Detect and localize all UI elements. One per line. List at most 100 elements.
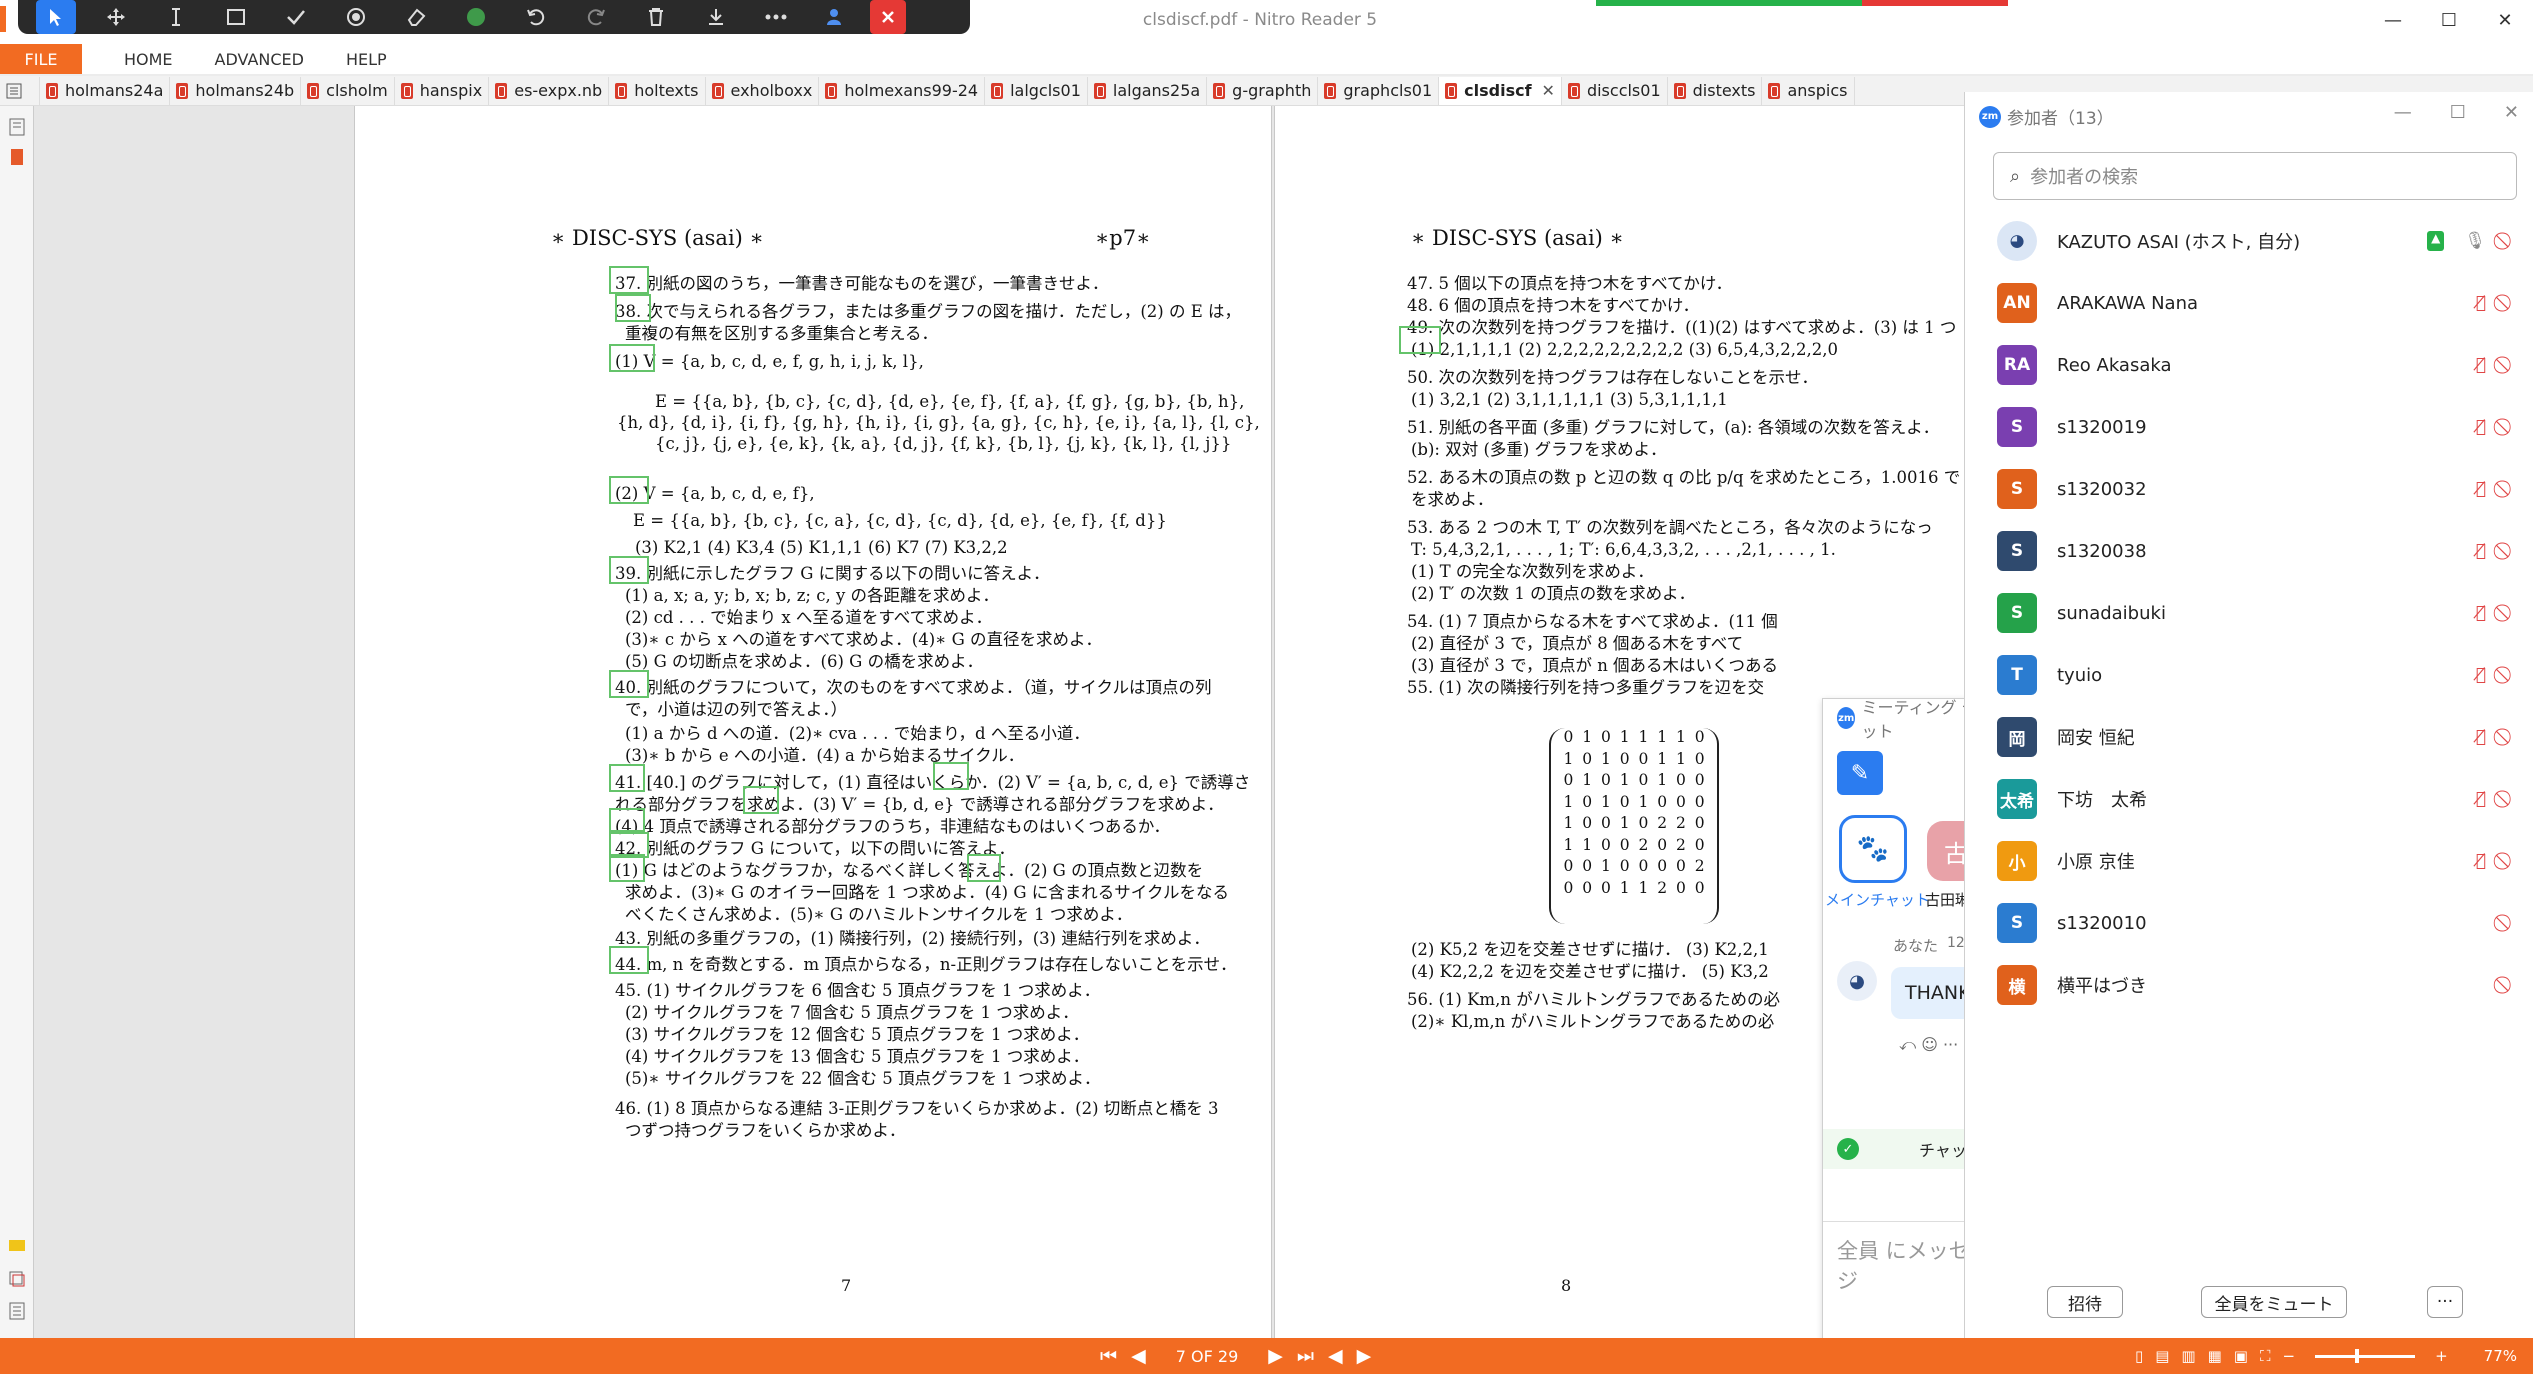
participant-row[interactable]: Ssunadaibuki 🎙̸⃠ — [1965, 582, 2533, 644]
tab-2[interactable]: clsholm — [301, 76, 395, 105]
minimize-button[interactable]: — — [2365, 0, 2421, 40]
tab-4[interactable]: es-expx.nb — [489, 76, 610, 105]
list-icon[interactable] — [6, 1300, 28, 1322]
participant-row[interactable]: RA Reo Akasaka 🎙̸⃠ — [1965, 334, 2533, 396]
participant-row[interactable]: Ss1320032 🎙̸⃠ — [1965, 458, 2533, 520]
mic-on-icon[interactable]: 🎙 — [2464, 231, 2486, 251]
participant-row[interactable]: Ss1320019 🎙̸⃠ — [1965, 396, 2533, 458]
close-icon[interactable] — [870, 0, 906, 34]
mute-all-button[interactable]: 全員をミュート — [2201, 1286, 2347, 1318]
tab-6[interactable]: exholboxx — [706, 76, 820, 105]
fit-page-icon[interactable]: ▣ — [2234, 1347, 2248, 1365]
maximize-button[interactable]: ☐ — [2421, 0, 2477, 40]
mic-muted-icon[interactable]: 🎙̸ — [2476, 355, 2486, 375]
mic-muted-icon[interactable]: 🎙̸ — [2476, 727, 2486, 747]
forward-icon[interactable]: ▶ — [1357, 1345, 1372, 1367]
participant-row[interactable]: 太希下坊 太希 🎙̸⃠ — [1965, 768, 2533, 830]
tab-14[interactable]: distexts — [1668, 76, 1763, 105]
zoom-in-icon[interactable]: + — [2435, 1347, 2448, 1365]
tab-12[interactable]: clsdiscf ✕ — [1439, 76, 1562, 105]
participant-row[interactable]: 横横平はづき⃠ — [1965, 954, 2533, 1016]
popout-icon[interactable]: ☐ — [2450, 102, 2466, 123]
menu-advanced[interactable]: ADVANCED — [215, 50, 304, 69]
tab-3[interactable]: hanspix — [395, 76, 490, 105]
facing-continuous-icon[interactable]: ▦ — [2208, 1347, 2222, 1365]
document-view[interactable]: ∗ DISC-SYS (asai) ∗ ∗p7∗ 37. 別紙の図のうち，一筆書… — [34, 106, 1964, 1338]
back-icon[interactable]: ◀ — [1328, 1345, 1343, 1367]
redo-icon[interactable] — [566, 0, 626, 34]
people-icon[interactable] — [806, 0, 866, 34]
comment-icon[interactable] — [6, 1236, 28, 1258]
participant-row[interactable]: Ss1320038 🎙̸⃠ — [1965, 520, 2533, 582]
continuous-icon[interactable]: ▤ — [2155, 1347, 2169, 1365]
color-dot-icon[interactable] — [446, 0, 506, 34]
download-icon[interactable] — [686, 0, 746, 34]
participant-row[interactable]: 小小原 京佳 🎙̸⃠ — [1965, 830, 2533, 892]
invite-button[interactable]: 招待 — [2047, 1286, 2123, 1318]
mic-muted-icon[interactable]: 🎙̸ — [2476, 603, 2486, 623]
main-chat-icon[interactable]: 🐾 — [1839, 815, 1907, 883]
participant-row[interactable]: ◕KAZUTO ASAI (ホスト, 自分)▲🎙⃠ — [1965, 210, 2533, 272]
tab-15[interactable]: anspics — [1762, 76, 1855, 105]
pointer-icon[interactable] — [36, 0, 76, 34]
mic-muted-icon[interactable]: 🎙̸ — [2476, 479, 2486, 499]
zoom-out-icon[interactable]: − — [2283, 1347, 2296, 1365]
bookmark-icon[interactable] — [6, 116, 28, 138]
first-page-icon[interactable]: ⏮ — [1100, 1345, 1117, 1367]
pages-panel-icon[interactable] — [0, 76, 40, 105]
rectangle-icon[interactable] — [206, 0, 266, 34]
attachment-icon[interactable] — [6, 146, 28, 168]
more-icon[interactable] — [746, 0, 806, 34]
page-indicator[interactable]: 7 OF 29 — [1176, 1347, 1239, 1366]
single-page-icon[interactable]: ▯ — [2135, 1347, 2143, 1365]
mic-muted-icon[interactable]: 🎙̸ — [2476, 665, 2486, 685]
tab-11[interactable]: graphcls01 — [1318, 76, 1440, 105]
prev-page-icon[interactable]: ◀ — [1131, 1345, 1146, 1367]
mic-muted-icon[interactable]: 🎙̸ — [2476, 293, 2486, 313]
participant-row[interactable]: 岡岡安 恒紀 🎙̸⃠ — [1965, 706, 2533, 768]
reaction-icons[interactable]: ⤺ ☺ ··· — [1899, 1035, 1958, 1055]
undo-icon[interactable] — [506, 0, 566, 34]
check-icon[interactable] — [266, 0, 326, 34]
participant-row[interactable]: AN ARAKAWA Nana 🎙̸⃠ — [1965, 272, 2533, 334]
tab-7[interactable]: holmexans99-24 — [819, 76, 986, 105]
record-icon[interactable] — [326, 0, 386, 34]
tab-5[interactable]: holtexts — [609, 76, 706, 105]
mic-muted-icon[interactable]: 🎙̸ — [2476, 851, 2486, 871]
stop-share-bar[interactable] — [1862, 0, 2008, 6]
trash-icon[interactable] — [626, 0, 686, 34]
participant-search-input[interactable]: ⌕ 参加者の検索 — [1993, 152, 2517, 200]
participant-row[interactable]: Ttyuio 🎙̸⃠ — [1965, 644, 2533, 706]
tab-13[interactable]: disccls01 — [1562, 76, 1668, 105]
tab-10[interactable]: g-graphth — [1207, 76, 1319, 105]
close-window-button[interactable]: ✕ — [2477, 0, 2533, 40]
user-avatar-furuta[interactable]: 古 — [1927, 821, 1964, 881]
layers-icon[interactable] — [6, 1268, 28, 1290]
tab-9[interactable]: lalgans25a — [1088, 76, 1208, 105]
compose-icon[interactable]: ✎ — [1837, 751, 1883, 795]
menu-home[interactable]: HOME — [124, 50, 173, 69]
move-icon[interactable] — [86, 0, 146, 34]
mic-muted-icon[interactable]: 🎙̸ — [2476, 789, 2486, 809]
zoom-slider[interactable] — [2315, 1348, 2416, 1363]
tab-0[interactable]: holmans24a — [40, 76, 171, 105]
menu-help[interactable]: HELP — [346, 50, 387, 69]
close-panel-icon[interactable]: ✕ — [2504, 102, 2519, 123]
tab-1[interactable]: holmans24b — [170, 76, 302, 105]
last-page-icon[interactable]: ⏭ — [1297, 1345, 1314, 1367]
more-options-button[interactable]: ··· — [2427, 1286, 2463, 1318]
menu-file[interactable]: FILE — [0, 44, 82, 74]
next-page-icon[interactable]: ▶ — [1268, 1345, 1283, 1367]
facing-icon[interactable]: ▥ — [2181, 1347, 2195, 1365]
text-cursor-icon[interactable] — [146, 0, 206, 34]
matrix-row: 01011110 — [1551, 728, 1717, 750]
mic-muted-icon[interactable]: 🎙̸ — [2476, 541, 2486, 561]
close-tab-icon[interactable]: ✕ — [1542, 81, 1555, 100]
minimize-icon[interactable]: — — [2394, 102, 2412, 123]
tab-8[interactable]: lalgcls01 — [985, 76, 1088, 105]
participant-row[interactable]: Ss1320010⃠ — [1965, 892, 2533, 954]
eraser-icon[interactable] — [386, 0, 446, 34]
mic-muted-icon[interactable]: 🎙̸ — [2476, 417, 2486, 437]
message-input[interactable]: 全員 にメッセージ — [1837, 1235, 1964, 1295]
fullscreen-icon[interactable]: ⛶ — [2260, 1347, 2271, 1365]
